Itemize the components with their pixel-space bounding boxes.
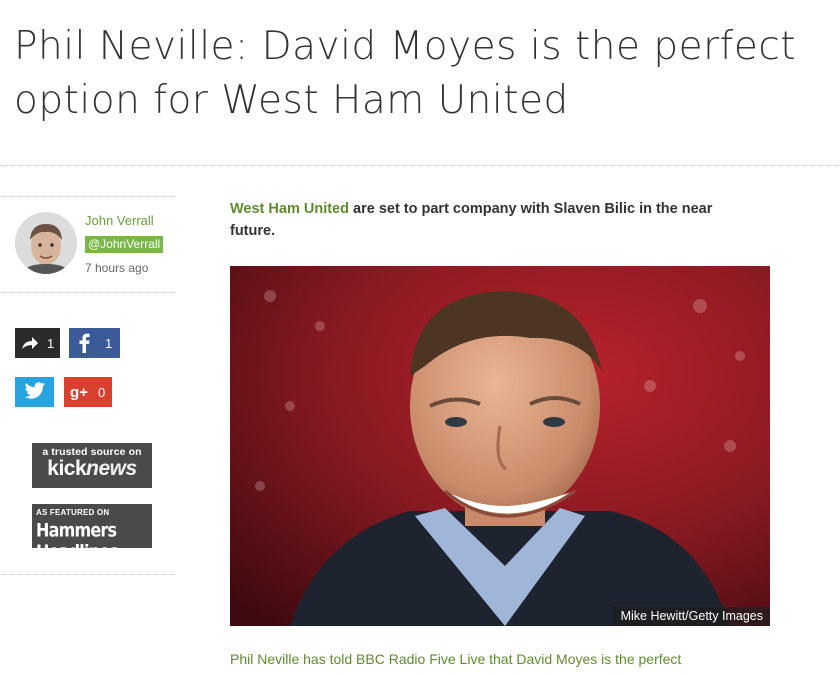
hammers-headlines-badge[interactable]: AS FEATURED ON Hammers Headlines xyxy=(32,504,152,548)
sidebar-divider xyxy=(0,574,175,575)
kicknews-logo: kicknews xyxy=(47,457,137,480)
author-name[interactable]: John Verrall xyxy=(85,213,154,228)
share-arrow-icon xyxy=(15,328,45,358)
google-plus-icon: g+ xyxy=(70,383,88,401)
sidebar-divider xyxy=(0,196,175,197)
hammers-badge-caption: AS FEATURED ON xyxy=(36,508,110,517)
share-count: 1 xyxy=(47,335,55,351)
google-plus-share-button[interactable]: g+ 0 xyxy=(64,377,113,407)
facebook-share-button[interactable]: 1 xyxy=(69,328,121,358)
hammers-headlines-logo: Hammers Headlines xyxy=(36,519,119,548)
image-credit: Mike Hewitt/Getty Images xyxy=(612,607,770,626)
header-divider xyxy=(0,165,840,166)
article-lead: West Ham United are set to part company … xyxy=(230,201,713,239)
team-tag-link[interactable]: West Ham United xyxy=(230,201,349,217)
facebook-count: 1 xyxy=(105,335,113,351)
article-headline: Phil Neville: David Moyes is the perfect… xyxy=(14,24,797,123)
sidebar-divider xyxy=(0,292,175,293)
twitter-share-button[interactable] xyxy=(15,377,54,407)
publish-time: 7 hours ago xyxy=(85,261,149,275)
author-twitter-handle[interactable]: @JohnVerrall xyxy=(85,236,164,253)
google-plus-count: 0 xyxy=(98,384,106,400)
author-avatar[interactable] xyxy=(15,212,77,274)
article-hero-image: Mike Hewitt/Getty Images xyxy=(230,266,770,626)
facebook-icon xyxy=(69,328,99,358)
kicknews-badge[interactable]: a trusted source on kicknews xyxy=(32,443,152,488)
share-button[interactable]: 1 xyxy=(15,328,61,358)
article-body-paragraph: Phil Neville has told BBC Radio Five Liv… xyxy=(230,651,682,667)
twitter-bird-icon xyxy=(24,381,46,403)
